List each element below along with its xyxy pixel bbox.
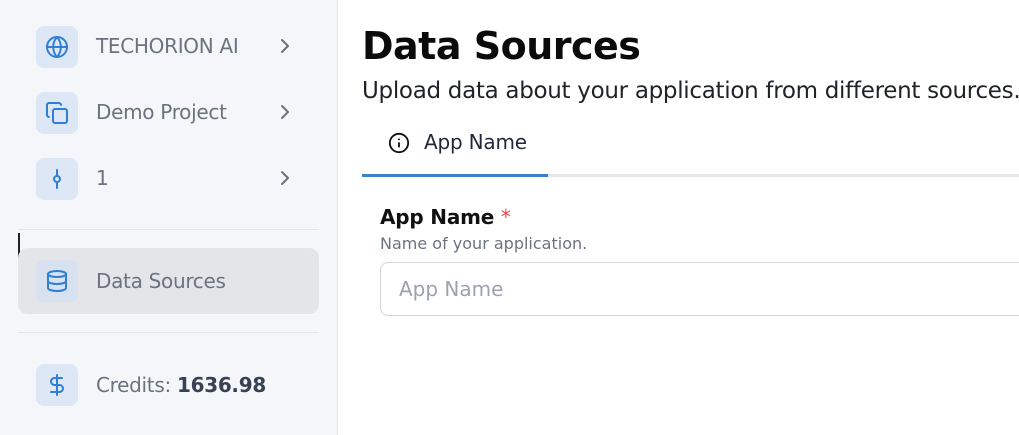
credits-row: Credits: 1636.98 <box>18 352 319 418</box>
app-name-input[interactable] <box>380 262 1019 316</box>
sidebar-item-label: TECHORION AI <box>96 34 239 58</box>
sidebar: TECHORION AI Demo Project 1 Data Sources… <box>0 0 338 435</box>
sidebar-item-label: 1 <box>96 166 109 190</box>
app-name-label-text: App Name <box>380 205 495 229</box>
chevron-right-icon <box>281 105 289 119</box>
globe-icon <box>36 26 78 68</box>
tab-app-name[interactable]: App Name <box>362 122 548 178</box>
page-subtitle: Upload data about your application from … <box>362 78 1019 104</box>
copy-icon <box>36 92 78 134</box>
app-name-label: App Name * <box>380 205 511 229</box>
chevron-right-icon <box>281 39 289 53</box>
tab-active-indicator <box>362 174 548 177</box>
credits-value: 1636.98 <box>176 373 266 397</box>
sidebar-item-techorion[interactable]: TECHORION AI <box>18 14 319 80</box>
page-title: Data Sources <box>362 24 641 68</box>
info-icon <box>388 132 410 154</box>
main-content: Data Sources Upload data about your appl… <box>362 0 1019 435</box>
sidebar-item-label: Demo Project <box>96 100 227 124</box>
git-commit-icon <box>36 158 78 200</box>
required-marker: * <box>500 205 511 229</box>
sidebar-divider <box>18 229 319 230</box>
sidebar-item-demo-project[interactable]: Demo Project <box>18 80 319 146</box>
sidebar-item-version[interactable]: 1 <box>18 146 319 212</box>
tab-label: App Name <box>424 130 527 154</box>
credits-label: Credits: <box>96 373 177 397</box>
database-icon <box>36 260 78 302</box>
sidebar-item-label: Data Sources <box>96 269 226 293</box>
sidebar-item-data-sources[interactable]: Data Sources <box>18 248 319 314</box>
dollar-icon <box>36 364 78 406</box>
credits-text: Credits: 1636.98 <box>96 373 266 397</box>
app-name-help: Name of your application. <box>380 234 588 253</box>
chevron-right-icon <box>281 171 289 185</box>
sidebar-divider <box>18 332 319 333</box>
